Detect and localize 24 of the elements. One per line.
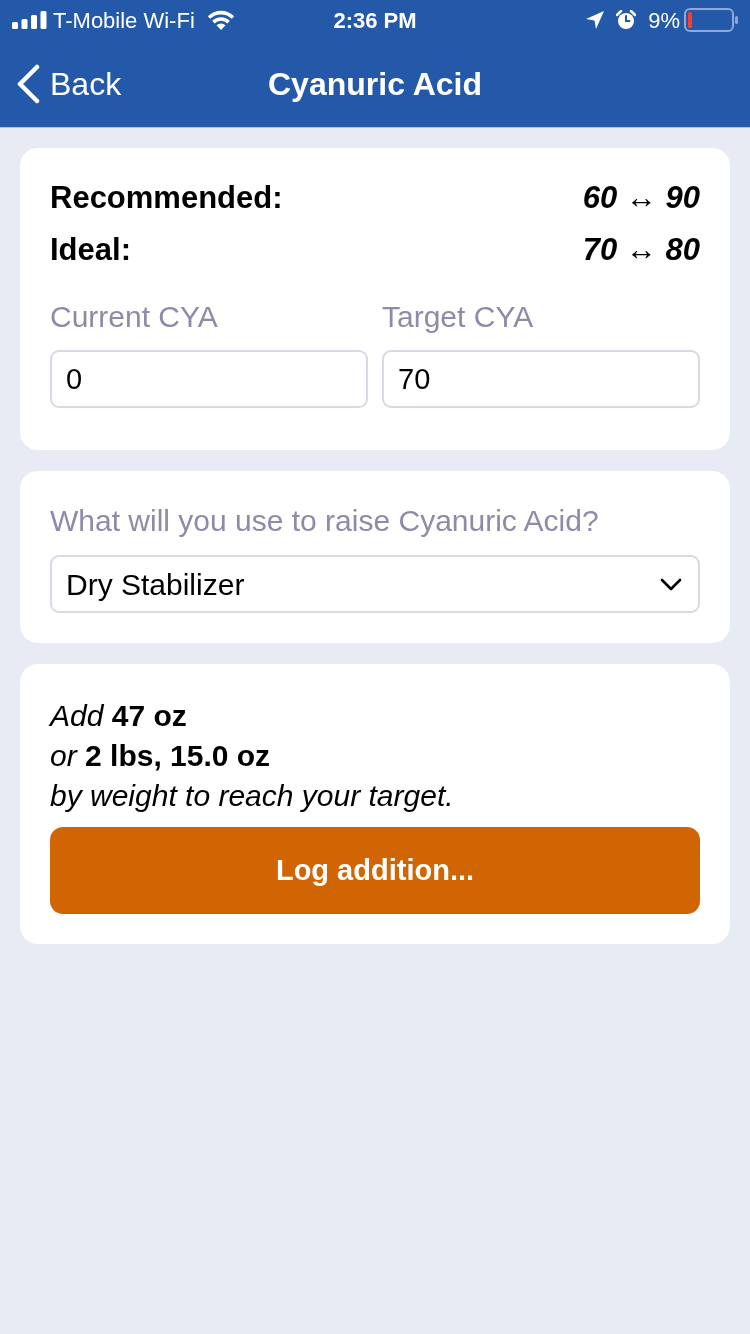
status-time: 2:36 PM <box>333 6 417 35</box>
alarm-clock-icon <box>616 10 637 30</box>
input-field[interactable]: 0 <box>50 350 368 408</box>
field-label: What will you use to raise Cyanuric Acid? <box>50 503 600 539</box>
field-label: Target CYA <box>382 299 535 335</box>
back-button[interactable]: Back <box>0 59 122 108</box>
range-label: Recommended: <box>50 178 283 217</box>
location-arrow-icon <box>586 11 605 29</box>
battery-icon <box>684 8 738 32</box>
dropdown[interactable]: Dry Stabilizer <box>50 555 700 613</box>
range-value: 70 ↔ 80 <box>582 230 700 269</box>
back-chevron-icon <box>16 63 40 104</box>
carrier-name: T-Mobile Wi-Fi <box>53 6 195 35</box>
chevron-down-icon <box>660 577 682 591</box>
battery-percent: 9% <box>648 6 680 35</box>
range-label: Ideal: <box>50 230 131 269</box>
field-label: Current CYA <box>50 299 219 335</box>
result-text: Add 47 oz or 2 lbs, 15.0 oz by weight to reach your target. <box>50 698 455 814</box>
page-title: Cyanuric Acid <box>268 64 482 104</box>
signal-icon <box>12 11 47 29</box>
log-addition-button[interactable]: Log addition... <box>50 827 700 914</box>
wifi-icon <box>206 10 235 30</box>
range-value: 60 ↔ 90 <box>582 178 700 217</box>
input-field[interactable]: 70 <box>382 350 700 408</box>
